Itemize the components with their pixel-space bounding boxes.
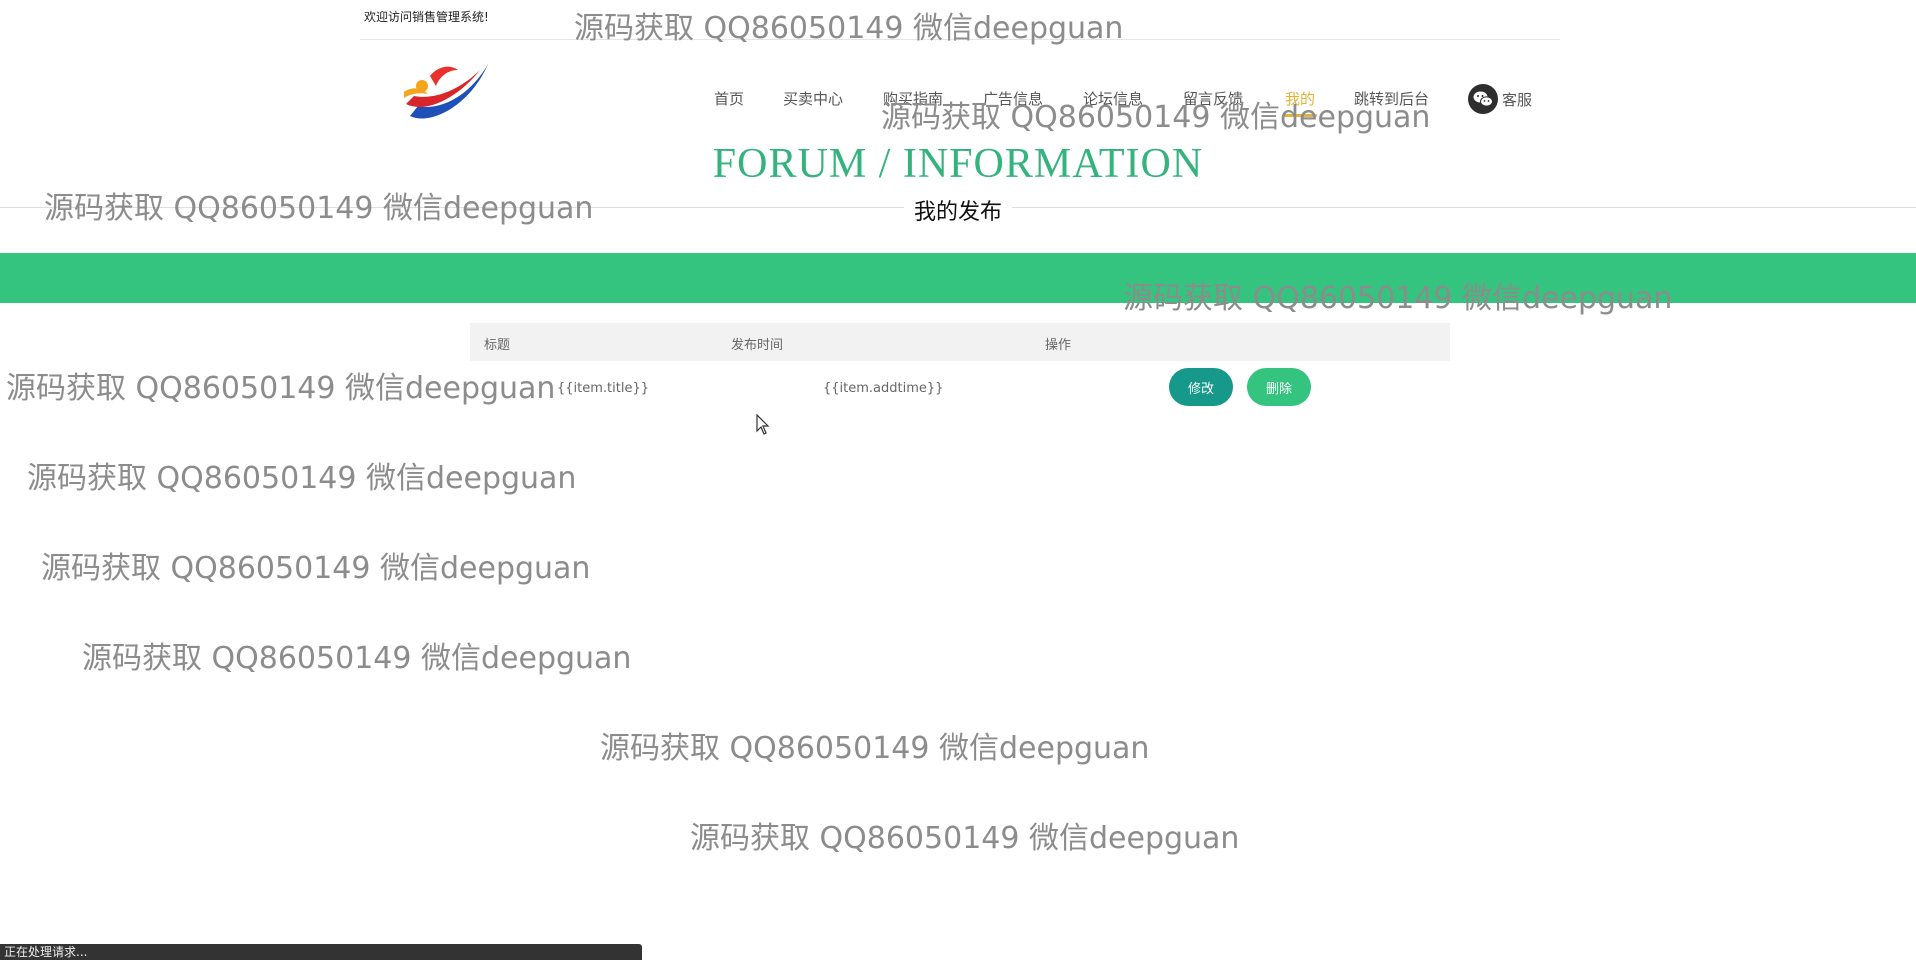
customer-service[interactable]: 客服 <box>1468 84 1532 114</box>
header-title: 标题 <box>484 338 511 353</box>
top-bar: 欢迎访问销售管理系统! <box>360 0 1560 40</box>
table-row: {{item.title}} {{item.addtime}} 修改 删除 <box>470 361 1450 421</box>
mouse-cursor-icon <box>756 414 770 435</box>
site-logo[interactable] <box>400 56 492 130</box>
edit-button[interactable]: 修改 <box>1169 368 1233 406</box>
nav-forum[interactable]: 论坛信息 <box>1083 88 1143 109</box>
page-subtitle-text: 我的发布 <box>903 200 1012 225</box>
green-banner <box>0 253 1916 303</box>
delete-button[interactable]: 删除 <box>1247 368 1311 406</box>
nav-ad-info[interactable]: 广告信息 <box>983 88 1043 109</box>
nav-feedback[interactable]: 留言反馈 <box>1183 88 1243 109</box>
watermark: 源码获取 QQ86050149 微信deepguan <box>600 731 1150 766</box>
header-actions: 操作 <box>1045 338 1072 353</box>
posts-table: 标题 发布时间 操作 {{item.title}} {{item.addtime… <box>470 323 1450 421</box>
watermark: 源码获取 QQ86050149 微信deepguan <box>690 821 1240 856</box>
nav-home[interactable]: 首页 <box>714 88 744 109</box>
row-title: {{item.title}} <box>557 381 650 396</box>
service-label: 客服 <box>1502 90 1533 109</box>
welcome-text: 欢迎访问销售管理系统! <box>364 10 489 24</box>
nav-trading-center[interactable]: 买卖中心 <box>783 88 843 109</box>
table-header: 标题 发布时间 操作 <box>470 323 1450 361</box>
watermark: 源码获取 QQ86050149 微信deepguan <box>27 461 577 496</box>
status-bar: 正在处理请求... <box>0 944 642 960</box>
nav-admin[interactable]: 跳转到后台 <box>1354 88 1429 109</box>
row-addtime: {{item.addtime}} <box>823 381 944 396</box>
page-subtitle: 我的发布 <box>0 194 1916 226</box>
nav-purchase-guide[interactable]: 购买指南 <box>883 88 943 109</box>
wechat-icon <box>1468 84 1498 114</box>
nav-mine[interactable]: 我的 <box>1282 88 1318 117</box>
section-title: FORUM / INFORMATION <box>712 141 1204 187</box>
watermark: 源码获取 QQ86050149 微信deepguan <box>41 551 591 586</box>
watermark: 源码获取 QQ86050149 微信deepguan <box>881 100 1431 135</box>
watermark: 源码获取 QQ86050149 微信deepguan <box>82 641 632 676</box>
header-time: 发布时间 <box>731 338 784 353</box>
